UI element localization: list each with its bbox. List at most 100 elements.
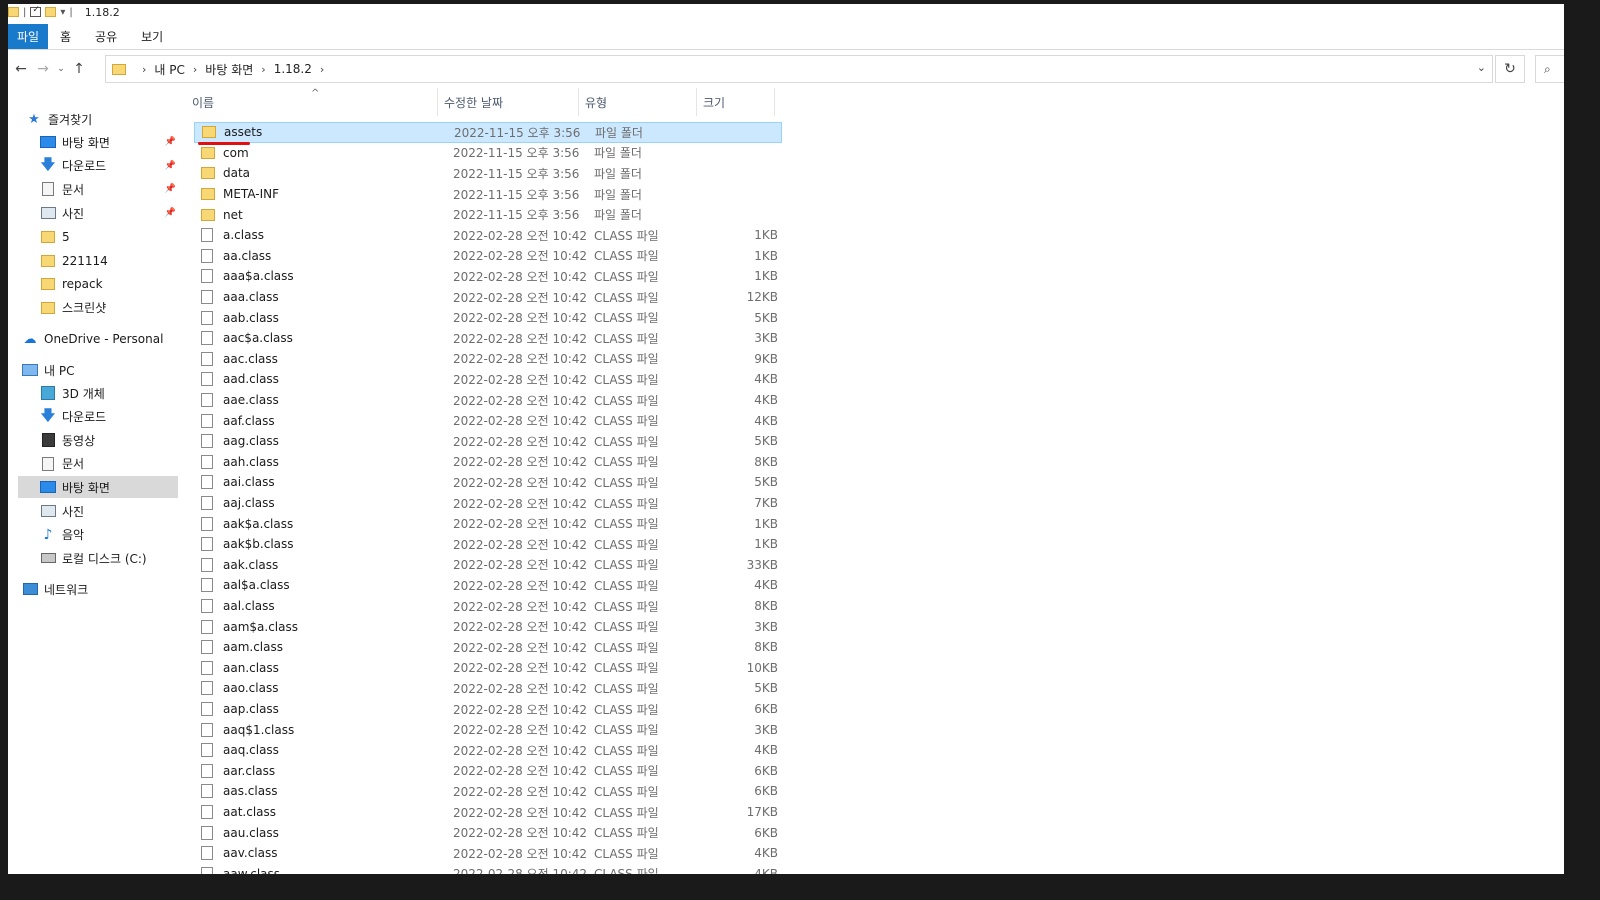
customize-toolbar-icon[interactable]: ▾ [60,7,65,18]
folder-row[interactable]: com 2022-11-15 오후 3:56 파일 폴더 [194,143,782,164]
sidebar-item[interactable]: 221114 [18,250,178,272]
refresh-icon[interactable]: ↻ [1495,55,1525,83]
file-row[interactable]: aal$a.class 2022-02-28 오전 10:42 CLASS 파일 4K… [194,575,782,596]
sidebar-item[interactable]: 스크린샷 [18,297,178,319]
address-bar[interactable]: › 내 PC › 바탕 화면 › 1.18.2 › ⌄ [105,55,1493,83]
file-date: 2022-02-28 오전 10:42 [453,372,588,387]
file-row[interactable]: aal.class 2022-02-28 오전 10:42 CLASS 파일 8KB [194,596,782,617]
file-row[interactable]: aaq.class 2022-02-28 오전 10:42 CLASS 파일 4KB [194,740,782,761]
breadcrumb-current[interactable]: 1.18.2 [274,62,312,76]
properties-icon[interactable] [30,5,42,17]
chevron-right-icon[interactable]: › [142,63,146,76]
tab-home[interactable]: 홈 [48,24,83,49]
file-icon [201,722,213,737]
file-row[interactable]: aam$a.class 2022-02-28 오전 10:42 CLASS 파일 3K… [194,616,782,637]
file-row[interactable]: aas.class 2022-02-28 오전 10:42 CLASS 파일 6KB [194,781,782,802]
file-row[interactable]: aai.class 2022-02-28 오전 10:42 CLASS 파일 5KB [194,472,782,493]
file-row[interactable]: aae.class 2022-02-28 오전 10:42 CLASS 파일 4KB [194,390,782,411]
file-row[interactable]: aav.class 2022-02-28 오전 10:42 CLASS 파일 4KB [194,843,782,864]
file-type: CLASS 파일 [594,455,659,470]
file-row[interactable]: a.class 2022-02-28 오전 10:42 CLASS 파일 1KB [194,225,782,246]
file-row[interactable]: aam.class 2022-02-28 오전 10:42 CLASS 파일 8KB [194,637,782,658]
file-row[interactable]: aac$a.class 2022-02-28 오전 10:42 CLASS 파일 3K… [194,328,782,349]
sidebar-item[interactable]: 🡇 다운로드 📌 [18,155,178,177]
sidebar-item[interactable]: 사진 [18,500,178,522]
file-row[interactable]: aaa.class 2022-02-28 오전 10:42 CLASS 파일 12KB [194,287,782,308]
file-icon [201,537,213,552]
sidebar-item[interactable]: 문서 [18,453,178,475]
breadcrumb-this-pc[interactable]: 내 PC [154,61,184,78]
sidebar-item-label: 동영상 [62,433,96,448]
file-date: 2022-02-28 오전 10:42 [453,311,588,326]
chevron-right-icon[interactable]: › [193,63,197,76]
file-row[interactable]: aan.class 2022-02-28 오전 10:42 CLASS 파일 10KB [194,658,782,679]
file-name: assets [224,125,263,140]
nav-quick-access[interactable]: ★ 즐겨찾기 [26,108,186,130]
search-input[interactable]: ⌕ [1535,55,1564,83]
tab-view[interactable]: 보기 [129,24,175,49]
arrow-right-icon[interactable]: → [32,58,54,80]
file-size: 4KB [754,578,778,593]
file-name: META-INF [223,187,280,202]
sidebar-item[interactable]: 5 [18,226,178,248]
breadcrumb-desktop[interactable]: 바탕 화면 [205,61,253,78]
file-row[interactable]: aat.class 2022-02-28 오전 10:42 CLASS 파일 17KB [194,802,782,823]
tab-file[interactable]: 파일 [8,24,48,49]
tab-share[interactable]: 공유 [83,24,129,49]
chevron-down-icon[interactable]: ⌄ [54,58,68,80]
folder-row[interactable]: data 2022-11-15 오후 3:56 파일 폴더 [194,163,782,184]
address-history-dropdown[interactable]: ⌄ [1477,61,1486,74]
file-row[interactable]: aar.class 2022-02-28 오전 10:42 CLASS 파일 6KB [194,761,782,782]
chevron-right-icon[interactable]: › [261,63,265,76]
arrow-left-icon[interactable]: ← [10,58,32,80]
column-header-date[interactable]: 수정한 날짜 [438,88,579,116]
sidebar-item[interactable]: 바탕 화면 [18,476,178,499]
file-row[interactable]: aah.class 2022-02-28 오전 10:42 CLASS 파일 8KB [194,452,782,473]
folder-row[interactable]: META-INF 2022-11-15 오후 3:56 파일 폴더 [194,184,782,205]
file-row[interactable]: aak.class 2022-02-28 오전 10:42 CLASS 파일 33KB [194,555,782,576]
new-folder-icon[interactable] [45,7,57,17]
video-icon [41,433,55,448]
nav-network[interactable]: 네트워크 [22,578,182,600]
file-row[interactable]: aac.class 2022-02-28 오전 10:42 CLASS 파일 9KB [194,349,782,370]
file-size: 6KB [754,784,778,799]
file-row[interactable]: aaf.class 2022-02-28 오전 10:42 CLASS 파일 4KB [194,410,782,431]
file-row[interactable]: aaa$a.class 2022-02-28 오전 10:42 CLASS 파일 1K… [194,266,782,287]
folder-row[interactable]: net 2022-11-15 오후 3:56 파일 폴더 [194,204,782,225]
file-row[interactable]: aak$a.class 2022-02-28 오전 10:42 CLASS 파일 1K… [194,513,782,534]
sidebar-item[interactable]: ♪ 음악 [18,524,178,546]
file-row[interactable]: aag.class 2022-02-28 오전 10:42 CLASS 파일 5KB [194,431,782,452]
file-size: 8KB [754,454,778,469]
sidebar-item[interactable]: 3D 개체 [18,382,178,404]
file-icon [201,578,213,593]
chevron-right-icon[interactable]: › [320,63,324,76]
folder-row[interactable]: assets 2022-11-15 오후 3:56 파일 폴더 [194,122,782,143]
file-row[interactable]: aak$b.class 2022-02-28 오전 10:42 CLASS 파일 1K… [194,534,782,555]
file-row[interactable]: aao.class 2022-02-28 오전 10:42 CLASS 파일 5KB [194,678,782,699]
arrow-up-icon[interactable]: ↑ [68,58,90,80]
file-row[interactable]: aab.class 2022-02-28 오전 10:42 CLASS 파일 5KB [194,307,782,328]
column-header-type[interactable]: 유형 [579,88,697,116]
sidebar-item[interactable]: 동영상 [18,429,178,451]
file-type: CLASS 파일 [594,414,659,429]
sidebar-item[interactable]: 🡇 다운로드 [18,406,178,428]
sidebar-item[interactable]: 바탕 화면 📌 [18,131,178,153]
file-row[interactable]: aaj.class 2022-02-28 오전 10:42 CLASS 파일 7KB [194,493,782,514]
column-header-size[interactable]: 크기 [697,88,775,116]
file-row[interactable]: aap.class 2022-02-28 오전 10:42 CLASS 파일 6KB [194,699,782,720]
file-icon [201,248,213,263]
file-name: com [223,145,249,160]
file-row[interactable]: aaq$1.class 2022-02-28 오전 10:42 CLASS 파일 3K… [194,719,782,740]
nav-this-pc[interactable]: 내 PC [22,359,182,381]
sidebar-item[interactable]: 사진 📌 [18,202,178,224]
sidebar-item[interactable]: 로컬 디스크 (C:) [18,547,178,569]
file-row[interactable]: aaw.class 2022-02-28 오전 10:42 CLASS 파일 4KB [194,864,782,874]
sidebar-item[interactable]: repack [18,273,178,295]
sidebar-item[interactable]: 문서 📌 [18,178,178,200]
file-row[interactable]: aa.class 2022-02-28 오전 10:42 CLASS 파일 1KB [194,246,782,267]
file-date: 2022-02-28 오전 10:42 [453,331,588,346]
file-row[interactable]: aau.class 2022-02-28 오전 10:42 CLASS 파일 6KB [194,822,782,843]
nav-onedrive[interactable]: ☁ OneDrive - Personal [22,328,182,350]
file-type: CLASS 파일 [594,681,659,696]
file-row[interactable]: aad.class 2022-02-28 오전 10:42 CLASS 파일 4KB [194,369,782,390]
